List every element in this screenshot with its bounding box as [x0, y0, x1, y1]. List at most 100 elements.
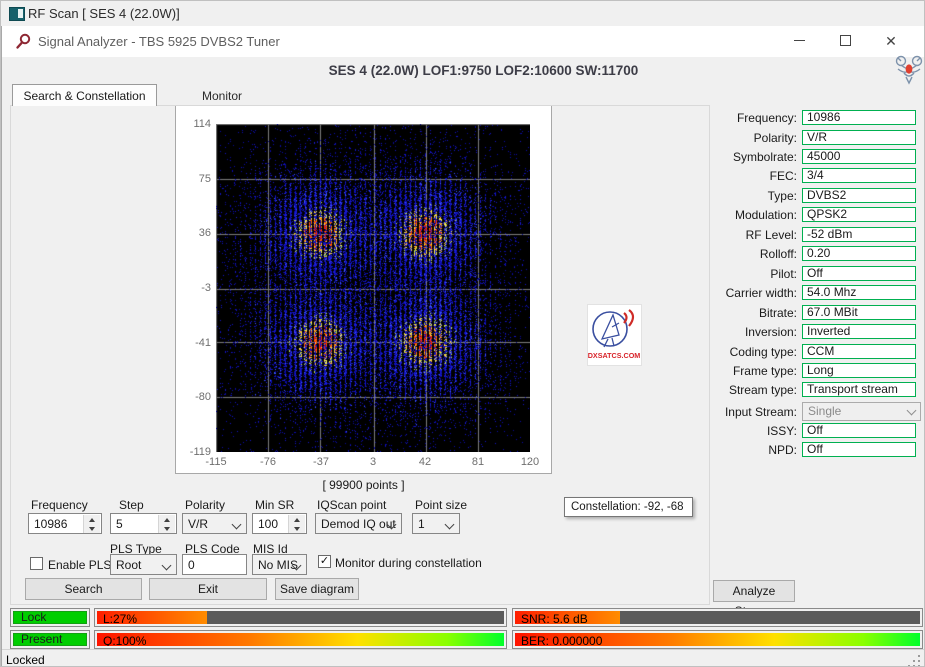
quality-text: Q:100% [103, 634, 146, 646]
signal-field-row: Pilot:Off [702, 266, 918, 283]
signal-field-row: ISSY:Off [702, 423, 918, 440]
analyzer-child-window: Signal Analyzer - TBS 5925 DVBS2 Tuner ✕… [1, 26, 925, 667]
field-rolloff-label: Rolloff: [702, 247, 797, 261]
x-tick: 120 [510, 456, 550, 468]
x-tick: 81 [458, 456, 498, 468]
window-title: Signal Analyzer - TBS 5925 DVBS2 Tuner [38, 34, 280, 49]
pls-code-input[interactable]: 0 [182, 554, 247, 575]
signal-field-row: Type:DVBS2 [702, 188, 918, 205]
field-frequency-label: Frequency: [702, 111, 797, 125]
field-stream-type-value: Transport stream [802, 382, 916, 397]
signal-field-row: FEC:3/4 [702, 168, 918, 185]
field-polarity-label: Polarity: [702, 131, 797, 145]
frequency-label: Frequency [31, 498, 88, 512]
x-tick: -76 [248, 456, 288, 468]
quality-bar: Q:100% [94, 630, 507, 649]
field-carrier-width-value: 54.0 Mhz [802, 285, 916, 300]
y-tick: -3 [176, 282, 211, 294]
field-modulation-value: QPSK2 [802, 207, 916, 222]
field-pilot-value: Off [802, 266, 916, 281]
minimize-button[interactable] [782, 26, 816, 55]
signal-field-row: Modulation:QPSK2 [702, 207, 918, 224]
level-text: L:27% [103, 612, 137, 624]
y-tick: -41 [176, 337, 211, 349]
minimize-icon [794, 40, 805, 41]
x-tick: 42 [405, 456, 445, 468]
chevron-down-icon [907, 406, 917, 416]
dxsatcs-logo-text: DXSATCS.COM [588, 351, 640, 360]
signal-field-row: Inversion:Inverted [702, 324, 918, 341]
signal-field-row: Symbolrate:45000 [702, 149, 918, 166]
emblem-logo [894, 53, 924, 85]
analyze-stream-button[interactable]: Analyze Stream [713, 580, 795, 602]
point-size-label: Point size [415, 498, 467, 512]
x-tick: -115 [196, 456, 236, 468]
resize-grip[interactable] [908, 655, 921, 667]
tab-monitor[interactable]: Monitor [162, 87, 282, 105]
pls-type-select[interactable]: Root [110, 554, 177, 575]
parent-titlebar: RF Scan [ SES 4 (22.0W)] [1, 1, 925, 27]
search-button[interactable]: Search [25, 578, 142, 600]
field-input-stream-label: Input Stream: [702, 405, 797, 419]
signal-field-row: Frequency: 10986 [702, 110, 918, 127]
present-badge: Present [13, 633, 87, 646]
save-diagram-button[interactable]: Save diagram [275, 578, 359, 600]
y-tick: 75 [176, 173, 211, 185]
maximize-icon [840, 35, 851, 46]
close-icon: ✕ [885, 34, 897, 48]
monitor-constellation-checkbox[interactable]: ✓ [318, 555, 331, 568]
constellation-plot[interactable] [216, 124, 530, 452]
field-rf-level-value: -52 dBm [802, 227, 916, 242]
step-stepper[interactable]: 5 [110, 513, 177, 534]
field-frame-type-label: Frame type: [702, 364, 797, 378]
monitor-constellation-label: Monitor during constellation [335, 556, 482, 570]
step-label: Step [119, 498, 144, 512]
tab-pane-border [709, 105, 710, 604]
spin-down-icon[interactable] [158, 524, 175, 533]
polarity-label: Polarity [185, 498, 225, 512]
signal-field-row: Frame type:Long [702, 363, 918, 380]
exit-button[interactable]: Exit [149, 578, 267, 600]
field-frequency-value: 10986 [802, 110, 916, 125]
field-symbolrate-label: Symbolrate: [702, 150, 797, 164]
present-badge-frame: Present [10, 630, 90, 649]
magnifier-icon [15, 33, 32, 50]
enable-pls-checkbox[interactable] [30, 557, 43, 570]
chevron-down-icon [445, 520, 455, 530]
field-issy-value: Off [802, 423, 916, 438]
lock-badge: Lock [13, 611, 87, 624]
min-sr-label: Min SR [255, 498, 294, 512]
polarity-select[interactable]: V/R [182, 513, 247, 534]
lock-status-text: Locked [6, 653, 45, 667]
snr-text: SNR: 5.6 dB [521, 612, 588, 624]
tab-pane-border [10, 604, 710, 605]
field-coding-type-value: CCM [802, 344, 916, 359]
y-tick: -80 [176, 391, 211, 403]
x-tick: -37 [301, 456, 341, 468]
spin-down-icon[interactable] [83, 524, 100, 533]
mis-id-select[interactable]: No MIS [252, 554, 307, 575]
chevron-down-icon [232, 520, 242, 530]
constellation-panel: 114 75 36 -3 -41 -80 -119 -115 -76 -37 3… [175, 105, 552, 474]
tab-search-constellation[interactable]: Search & Constellation [12, 84, 157, 106]
signal-field-row: Carrier width: 54.0 Mhz [702, 285, 918, 302]
field-bitrate-label: Bitrate: [702, 306, 797, 320]
field-carrier-width-label: Carrier width: [702, 286, 797, 300]
min-sr-stepper[interactable]: 100 [252, 513, 307, 534]
maximize-button[interactable] [828, 26, 862, 55]
spin-down-icon[interactable] [288, 524, 305, 533]
dxsatcs-logo: DXSATCS.COM [587, 304, 642, 366]
satellite-header: SES 4 (22.0W) LOF1:9750 LOF2:10600 SW:11… [42, 63, 925, 78]
field-type-value: DVBS2 [802, 188, 916, 203]
iqscan-select[interactable]: Demod IQ out [315, 513, 402, 534]
signal-field-row: Input Stream:Single [702, 404, 918, 421]
y-tick: 36 [176, 227, 211, 239]
y-tick: 114 [176, 118, 211, 130]
point-size-select[interactable]: 1 [412, 513, 460, 534]
frequency-stepper[interactable]: 10986 [28, 513, 102, 534]
chevron-down-icon [162, 561, 172, 571]
header-band: SES 4 (22.0W) LOF1:9750 LOF2:10600 SW:11… [2, 57, 925, 87]
close-button[interactable]: ✕ [874, 26, 908, 55]
field-rf-level-label: RF Level: [702, 228, 797, 242]
signal-field-row: Bitrate:67.0 MBit [702, 305, 918, 322]
